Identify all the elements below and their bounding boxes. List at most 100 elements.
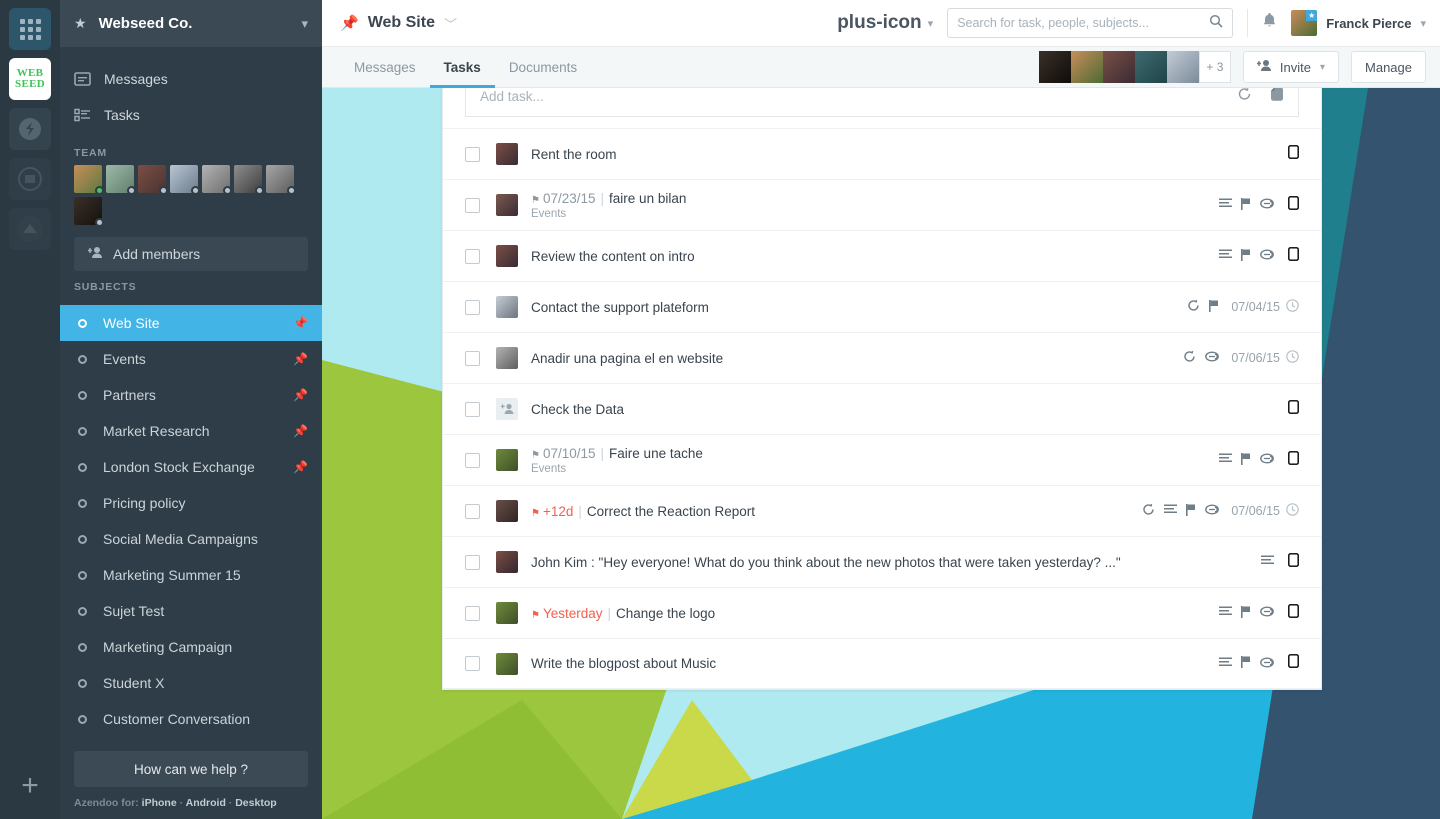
- sidebar-item-subject[interactable]: Marketing Summer 15: [60, 557, 322, 593]
- manage-button[interactable]: Manage: [1351, 51, 1426, 83]
- assign-person-icon[interactable]: [496, 398, 518, 420]
- create-chevron-down-icon[interactable]: ▾: [928, 17, 934, 30]
- sidebar-item-subject[interactable]: Pricing policy: [60, 485, 322, 521]
- sidebar-item-subject[interactable]: Social Media Campaigns: [60, 521, 322, 557]
- avatar[interactable]: [234, 165, 262, 193]
- avatar[interactable]: [1167, 51, 1199, 83]
- task-checkbox[interactable]: [465, 555, 480, 570]
- sidebar-item-subject[interactable]: Marketing Campaign: [60, 629, 322, 665]
- task-checkbox[interactable]: [465, 504, 480, 519]
- task-row[interactable]: John Kim : "Hey everyone! What do you th…: [443, 536, 1321, 587]
- refresh-icon[interactable]: [1237, 87, 1252, 106]
- task-checkbox[interactable]: [465, 606, 480, 621]
- task-row[interactable]: Anadir una pagina el en website07/06/15: [443, 332, 1321, 383]
- bell-icon[interactable]: [1262, 12, 1277, 34]
- task-checkbox[interactable]: [465, 198, 480, 213]
- avatar[interactable]: [496, 143, 518, 165]
- footer-link[interactable]: Desktop: [235, 797, 276, 809]
- sidebar-item-messages[interactable]: Messages: [60, 61, 322, 97]
- avatar[interactable]: [496, 245, 518, 267]
- mobile-icon[interactable]: [1288, 451, 1299, 470]
- pin-icon[interactable]: 📌: [293, 460, 308, 474]
- user-menu[interactable]: ★ Franck Pierce ▾: [1291, 10, 1426, 36]
- workspace-icon-3[interactable]: [9, 158, 51, 200]
- create-button[interactable]: plus-icon: [837, 12, 921, 34]
- avatar[interactable]: [1135, 51, 1167, 83]
- mobile-icon[interactable]: [1288, 247, 1299, 266]
- clock-icon[interactable]: [1286, 350, 1299, 366]
- invite-button[interactable]: Invite ▾: [1243, 51, 1339, 83]
- avatar[interactable]: [74, 197, 102, 225]
- tab-tasks[interactable]: Tasks: [430, 47, 495, 88]
- task-row[interactable]: Check the Data: [443, 383, 1321, 434]
- sidebar-item-subject[interactable]: Market Research📌: [60, 413, 322, 449]
- pin-icon[interactable]: 📌: [293, 388, 308, 402]
- task-row[interactable]: ⚑Yesterday|Change the logo: [443, 587, 1321, 638]
- workspace-icon-2[interactable]: [9, 108, 51, 150]
- org-logo-webseed[interactable]: WEB SEED: [9, 58, 51, 100]
- avatar[interactable]: [1071, 51, 1103, 83]
- avatar[interactable]: [496, 449, 518, 471]
- avatar[interactable]: [106, 165, 134, 193]
- task-row[interactable]: Contact the support plateform07/04/15: [443, 281, 1321, 332]
- tab-messages[interactable]: Messages: [340, 47, 430, 88]
- add-workspace-button[interactable]: +: [21, 771, 39, 801]
- task-checkbox[interactable]: [465, 656, 480, 671]
- avatar[interactable]: [496, 347, 518, 369]
- task-row[interactable]: ⚑07/23/15|faire un bilanEvents: [443, 179, 1321, 230]
- sidebar-item-subject[interactable]: Sujet Test: [60, 593, 322, 629]
- search-input[interactable]: [957, 16, 1209, 30]
- task-checkbox[interactable]: [465, 249, 480, 264]
- clock-icon[interactable]: [1286, 299, 1299, 315]
- task-checkbox[interactable]: [465, 147, 480, 162]
- evernote-icon[interactable]: [1270, 86, 1284, 106]
- chevron-down-icon[interactable]: ﹀: [444, 14, 457, 33]
- avatar[interactable]: [170, 165, 198, 193]
- avatar[interactable]: [1103, 51, 1135, 83]
- pin-icon[interactable]: 📌: [293, 424, 308, 438]
- avatar[interactable]: [138, 165, 166, 193]
- chevron-down-icon[interactable]: ▾: [1320, 62, 1325, 73]
- avatar[interactable]: [496, 602, 518, 624]
- avatar[interactable]: [1039, 51, 1071, 83]
- task-checkbox[interactable]: [465, 402, 480, 417]
- mobile-icon[interactable]: [1288, 196, 1299, 215]
- chevron-down-icon[interactable]: ▾: [1420, 17, 1426, 30]
- tab-documents[interactable]: Documents: [495, 47, 591, 88]
- avatar[interactable]: [266, 165, 294, 193]
- help-button[interactable]: How can we help ?: [74, 751, 308, 787]
- workspace-icon-4[interactable]: [9, 208, 51, 250]
- grid-icon[interactable]: [9, 8, 51, 50]
- search-icon[interactable]: [1209, 14, 1223, 33]
- task-row[interactable]: ⚑07/10/15|Faire une tacheEvents: [443, 434, 1321, 485]
- avatar[interactable]: [496, 194, 518, 216]
- mobile-icon[interactable]: [1288, 604, 1299, 623]
- task-checkbox[interactable]: [465, 453, 480, 468]
- avatar[interactable]: [496, 296, 518, 318]
- task-row[interactable]: Rent the room: [443, 128, 1321, 179]
- sidebar-item-subject[interactable]: Web Site📌: [60, 305, 322, 341]
- task-checkbox[interactable]: [465, 300, 480, 315]
- sidebar-item-subject[interactable]: Partners📌: [60, 377, 322, 413]
- avatar[interactable]: [202, 165, 230, 193]
- mobile-icon[interactable]: [1288, 553, 1299, 572]
- task-checkbox[interactable]: [465, 351, 480, 366]
- avatar[interactable]: [74, 165, 102, 193]
- task-row[interactable]: Review the content on intro: [443, 230, 1321, 281]
- avatar[interactable]: [496, 551, 518, 573]
- sidebar-item-subject[interactable]: London Stock Exchange📌: [60, 449, 322, 485]
- mobile-icon[interactable]: [1288, 654, 1299, 673]
- sidebar-item-tasks[interactable]: Tasks: [60, 97, 322, 133]
- sidebar-item-subject[interactable]: Customer Conversation: [60, 701, 322, 737]
- chevron-down-icon[interactable]: ▾: [301, 16, 308, 32]
- pin-icon[interactable]: 📌: [293, 316, 308, 330]
- task-subject-label[interactable]: Events: [531, 463, 1205, 475]
- footer-link[interactable]: iPhone: [142, 797, 177, 809]
- sidebar-item-subject[interactable]: Events📌: [60, 341, 322, 377]
- avatar[interactable]: [496, 653, 518, 675]
- mobile-icon[interactable]: [1288, 400, 1299, 419]
- clock-icon[interactable]: [1286, 503, 1299, 519]
- task-row[interactable]: Write the blogpost about Music: [443, 638, 1321, 689]
- avatar[interactable]: [496, 500, 518, 522]
- task-subject-label[interactable]: Events: [531, 208, 1205, 220]
